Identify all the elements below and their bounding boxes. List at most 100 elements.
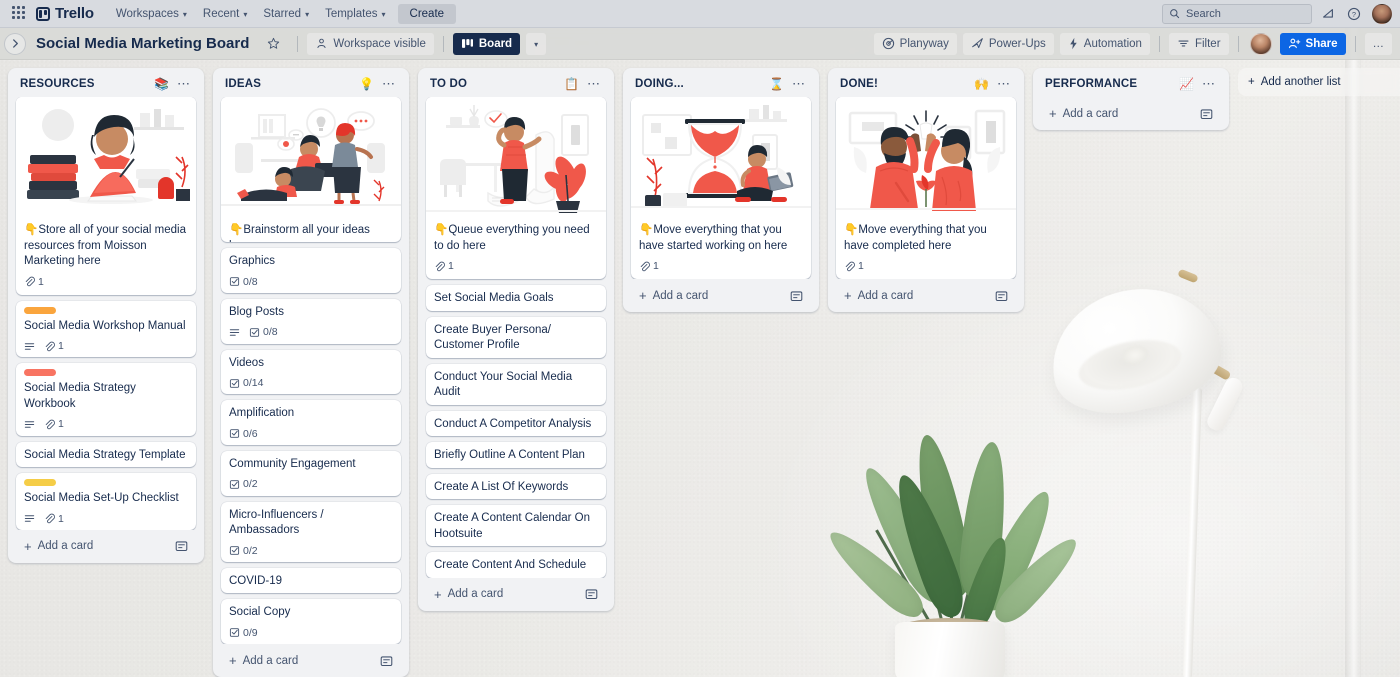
help-button[interactable]: ? [1344,4,1364,24]
attachment-badge: 1 [44,417,64,431]
account-avatar[interactable] [1372,3,1392,24]
card[interactable]: 👇Move everything that you have started w… [631,97,811,280]
list-title[interactable]: DONE! [840,78,970,90]
automation-button[interactable]: Automation [1059,32,1150,55]
card[interactable]: 👇Queue everything you need to do here 1 [426,97,606,280]
notifications-button[interactable] [1318,4,1338,24]
card-list: 👇Move everything that you have started w… [627,97,815,280]
add-card-button[interactable]: + Add a card [1041,101,1221,126]
help-circle-icon: ? [1347,7,1361,20]
view-switcher-board[interactable]: Board [452,32,521,55]
card[interactable]: 👇Move everything that you have completed… [836,97,1016,280]
lightbulb-emoji-icon: 💡 [359,77,374,91]
card[interactable]: Create Content And Schedule [426,552,606,578]
checklist-badge: 0/8 [229,275,258,289]
view-switcher-dropdown[interactable]: ▾ [526,32,547,55]
list-actions-button[interactable]: ⋯ [1198,77,1219,90]
card[interactable]: Briefly Outline A Content Plan [426,442,606,468]
description-icon [24,515,35,523]
card[interactable]: COVID-19 [221,567,401,594]
grid-apps-icon[interactable] [12,5,28,22]
search-input[interactable]: Search [1162,3,1312,24]
card-template-icon[interactable] [995,290,1008,302]
add-card-button[interactable]: + Add a card [16,534,196,559]
card[interactable]: Set Social Media Goals [426,285,606,311]
card[interactable]: 👇Brainstorm all your ideas here 1 [221,97,401,243]
list-actions-button[interactable]: ⋯ [993,77,1014,90]
nav-starred[interactable]: Starred ▾ [255,4,317,24]
card[interactable]: Social Media Set-Up Checklist 1 [16,473,196,530]
list-title[interactable]: PERFORMANCE [1045,78,1175,90]
board-header-bar: Social Media Marketing Board Workspace v… [0,28,1400,60]
list-title[interactable]: IDEAS [225,78,355,90]
board-visibility-button[interactable]: Workspace visible [307,32,434,55]
books-emoji-icon: 📚 [154,77,169,91]
card-template-icon[interactable] [585,588,598,600]
plus-icon: + [434,586,442,602]
card[interactable]: Social Media Workshop Manual 1 [16,300,196,358]
card[interactable]: 👇Store all of your social media resource… [16,97,196,295]
card[interactable]: Social Media Strategy Template [16,441,196,468]
attachment-icon [45,513,55,524]
rocket-icon [972,38,983,49]
trello-logo[interactable]: Trello [36,5,94,22]
description-badge [24,419,35,430]
checklist-count: 0/9 [243,626,258,639]
list-actions-button[interactable]: ⋯ [788,77,809,90]
star-board-button[interactable] [259,33,288,55]
card-list: 👇Move everything that you have completed… [832,97,1020,280]
card-template-icon[interactable] [175,540,188,552]
list-title[interactable]: TO DO [430,78,560,90]
card[interactable]: Graphics 0/8 [221,248,401,293]
plus-icon: + [844,288,852,304]
card[interactable]: Create Buyer Persona/ Customer Profile [426,316,606,358]
attachment-badge: 1 [844,259,864,273]
card-template-icon[interactable] [1200,108,1213,120]
nav-templates[interactable]: Templates ▾ [317,4,393,24]
planyway-button[interactable]: Planyway [873,32,957,55]
power-ups-button[interactable]: Power-Ups [962,32,1054,55]
list-performance: PERFORMANCE 📈 ⋯ + Add a card [1033,68,1229,130]
card[interactable]: Create A List Of Keywords [426,473,606,500]
add-card-button[interactable]: + Add a card [426,582,606,607]
card[interactable]: Social Copy 0/9 [221,599,401,644]
card[interactable]: Amplification 0/6 [221,400,401,445]
board-member-avatar[interactable] [1249,32,1272,55]
card[interactable]: Create A Content Calendar On Hootsuite [426,505,606,547]
sidebar-toggle-button[interactable] [4,32,26,55]
label-chip-yellow[interactable] [24,479,56,487]
list-actions-button[interactable]: ⋯ [173,77,194,90]
card[interactable]: Micro-Influencers / Ambassadors 0/2 [221,501,401,562]
divider [297,35,299,52]
checklist-badge: 0/14 [229,376,263,390]
create-button[interactable]: Create [397,3,457,24]
card[interactable]: Videos 0/14 [221,349,401,395]
list-actions-button[interactable]: ⋯ [583,77,604,90]
share-button[interactable]: Share [1279,32,1346,55]
description-badge [24,341,35,352]
nav-recent[interactable]: Recent ▾ [195,4,255,24]
filter-button[interactable]: Filter [1168,32,1229,55]
card[interactable]: Social Media Strategy Workbook 1 [16,363,196,436]
add-card-button[interactable]: + Add a card [221,648,401,673]
label-chip-orange[interactable] [24,306,56,314]
add-card-button[interactable]: + Add a card [631,283,811,308]
list-title[interactable]: RESOURCES [20,78,150,90]
card[interactable]: Conduct A Competitor Analysis [426,410,606,437]
checklist-count: 0/8 [243,275,258,288]
board-menu-button[interactable]: … [1364,32,1392,55]
nav-workspaces[interactable]: Workspaces ▾ [108,4,195,24]
list-header: PERFORMANCE 📈 ⋯ [1037,74,1225,97]
card[interactable]: Community Engagement 0/2 [221,450,401,496]
card-template-icon[interactable] [380,655,393,667]
card[interactable]: Blog Posts 0/8 [221,298,401,344]
list-actions-button[interactable]: ⋯ [378,77,399,90]
add-another-list-button[interactable]: + Add another list [1238,68,1400,96]
add-card-button[interactable]: + Add a card [836,283,1016,308]
card[interactable]: Conduct Your Social Media Audit [426,363,606,405]
card-title: Community Engagement [229,457,356,470]
list-title[interactable]: DOING... [635,78,765,90]
card-template-icon[interactable] [790,290,803,302]
chevron-down-icon: ▾ [243,9,248,19]
label-chip-red[interactable] [24,369,56,377]
